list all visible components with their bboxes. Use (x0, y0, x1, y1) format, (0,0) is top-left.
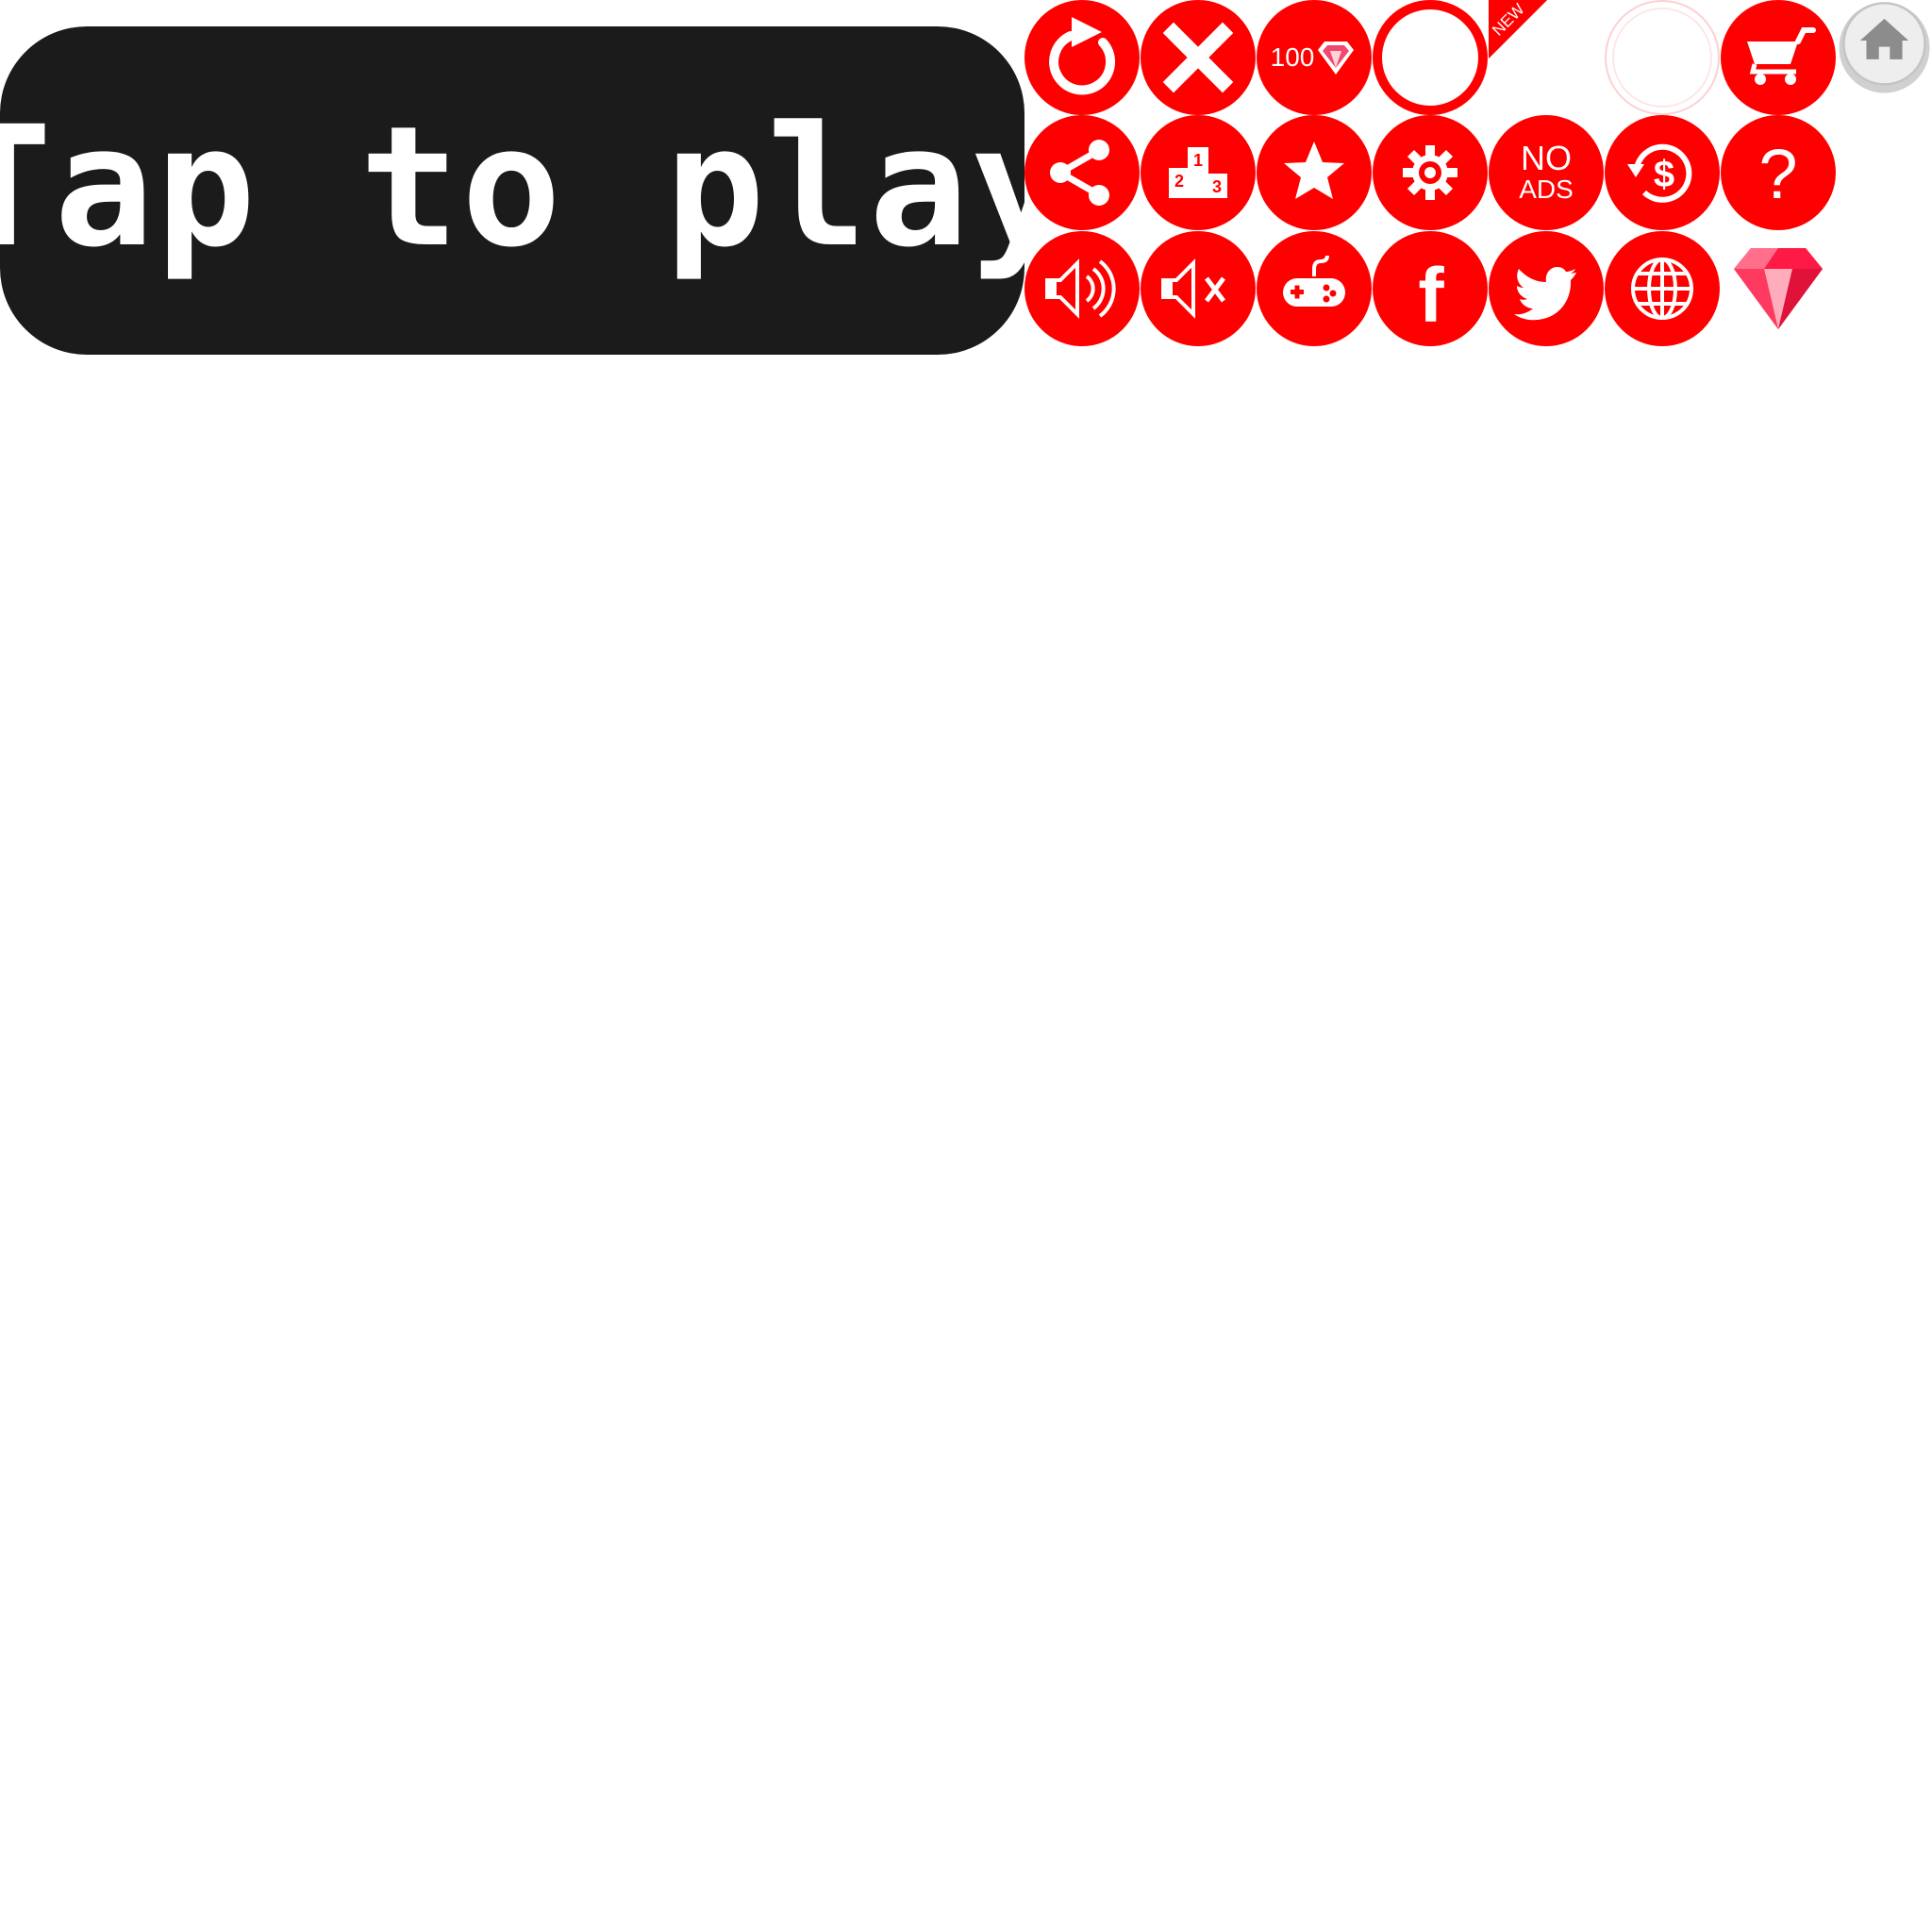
close-button[interactable] (1141, 0, 1256, 115)
rate-button[interactable] (1257, 115, 1372, 230)
settings-icon (1373, 115, 1488, 230)
sound-on-icon (1024, 231, 1140, 346)
leaderboard-third: 3 (1212, 177, 1222, 196)
facebook-icon: f (1373, 231, 1488, 346)
gem-icon (1734, 248, 1823, 329)
tap-to-play-button[interactable]: Tap to play (0, 26, 1071, 355)
new-ribbon-icon: NEW (1489, 0, 1547, 58)
faint-ring-icon (1605, 0, 1720, 115)
shop-cart-button[interactable] (1721, 0, 1836, 115)
gem-pickup[interactable] (1721, 231, 1836, 346)
sound-on-button[interactable] (1024, 231, 1140, 346)
home-button[interactable] (1837, 0, 1932, 115)
share-button[interactable] (1024, 115, 1140, 230)
restart-icon (1024, 0, 1140, 115)
restore-purchase-button[interactable]: $ (1605, 115, 1720, 230)
twitter-icon (1489, 231, 1604, 346)
cart-icon (1721, 0, 1836, 115)
leaderboard-button[interactable]: 1 2 3 (1141, 115, 1256, 230)
sound-off-icon (1141, 231, 1256, 346)
restart-button[interactable] (1024, 0, 1140, 115)
empty-ring-slot[interactable] (1373, 0, 1488, 115)
sound-off-button[interactable] (1141, 231, 1256, 346)
twitter-button[interactable] (1489, 231, 1604, 346)
leaderboard-first: 1 (1193, 151, 1203, 170)
no-ads-button[interactable]: NO ADS (1489, 115, 1604, 230)
faint-ring-slot[interactable] (1605, 0, 1720, 115)
gamepad-icon (1257, 231, 1372, 346)
gem-bundle-icon: 100 (1257, 0, 1372, 115)
gem-bundle-button[interactable]: 100 (1257, 0, 1372, 115)
help-button[interactable]: ? (1721, 115, 1836, 230)
no-ads-line1: NO (1521, 139, 1572, 177)
leaderboard-second: 2 (1174, 172, 1184, 191)
settings-button[interactable] (1373, 115, 1488, 230)
facebook-button[interactable]: f (1373, 231, 1488, 346)
empty-ring-icon (1373, 0, 1488, 115)
facebook-glyph: f (1418, 253, 1444, 339)
help-icon: ? (1721, 115, 1836, 230)
globe-icon (1605, 231, 1720, 346)
star-icon (1257, 115, 1372, 230)
website-button[interactable] (1605, 231, 1720, 346)
svg-text:$: $ (1654, 154, 1674, 195)
help-glyph: ? (1758, 135, 1797, 213)
close-icon (1141, 0, 1256, 115)
restore-purchase-icon: $ (1605, 115, 1720, 230)
gem-bundle-amount: 100 (1271, 42, 1315, 72)
new-ribbon: NEW (1489, 0, 1604, 115)
tap-to-play-label: Tap to play (0, 91, 1073, 284)
leaderboard-icon: 1 2 3 (1141, 115, 1256, 230)
no-ads-line2: ADS (1519, 175, 1574, 204)
share-icon (1024, 115, 1140, 230)
more-games-button[interactable] (1257, 231, 1372, 346)
home-icon (1839, 2, 1930, 93)
no-ads-icon: NO ADS (1489, 115, 1604, 230)
